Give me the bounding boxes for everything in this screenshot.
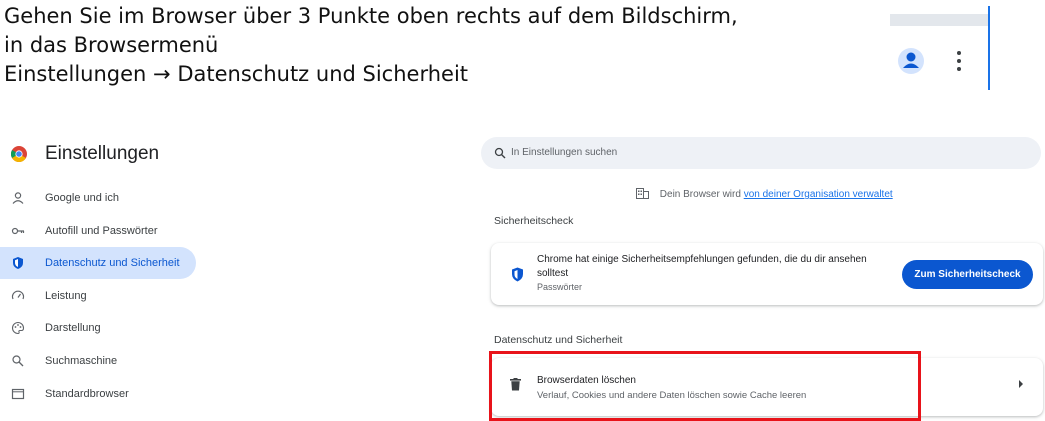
- arrow-icon: →: [153, 62, 171, 86]
- toolbar-strip: [890, 14, 988, 26]
- palette-icon: [12, 322, 25, 335]
- browser-toolbar-crop: [890, 6, 990, 90]
- settings-search-input[interactable]: In Einstellungen suchen: [481, 137, 1041, 169]
- settings-sidebar: Google und ich Autofill und Passwörter D…: [0, 182, 200, 410]
- instruction-privacy: Datenschutz und Sicherheit: [177, 62, 469, 86]
- chrome-logo-icon: [11, 146, 27, 162]
- sidebar-item-autofill[interactable]: Autofill und Passwörter: [0, 215, 200, 247]
- key-icon: [11, 227, 25, 234]
- sidebar-item-label: Datenschutz und Sicherheit: [45, 257, 180, 270]
- instructions-text: Gehen Sie im Browser über 3 Punkte oben …: [4, 2, 738, 89]
- sidebar-item-darstellung[interactable]: Darstellung: [0, 312, 200, 344]
- search-placeholder: In Einstellungen suchen: [511, 147, 618, 158]
- safety-check-message: Chrome hat einige Sicherheitsempfehlunge…: [537, 254, 867, 279]
- profile-icon[interactable]: [896, 46, 926, 76]
- instruction-settings: Einstellungen: [4, 62, 147, 86]
- person-icon: [12, 192, 24, 204]
- speedometer-icon: [11, 290, 25, 300]
- browser-window-icon: [11, 388, 25, 399]
- sidebar-item-label: Standardbrowser: [45, 387, 129, 400]
- safety-check-card: Chrome hat einige Sicherheitsempfehlunge…: [491, 243, 1043, 305]
- settings-title: Einstellungen: [45, 143, 160, 164]
- privacy-section-title: Datenschutz und Sicherheit: [494, 334, 623, 346]
- org-managed-link[interactable]: von deiner Organisation verwaltet: [744, 189, 893, 200]
- sidebar-item-leistung[interactable]: Leistung: [0, 280, 200, 312]
- toolbar-divider: [988, 6, 990, 90]
- sidebar-item-google-und-ich[interactable]: Google und ich: [0, 182, 200, 214]
- three-dots-menu-icon[interactable]: [952, 46, 966, 76]
- sidebar-item-label: Darstellung: [45, 322, 101, 335]
- shield-icon: [512, 267, 523, 282]
- sidebar-item-suchmaschine[interactable]: Suchmaschine: [0, 345, 200, 377]
- instruction-line-2: in das Browsermenü: [4, 33, 219, 57]
- sidebar-item-standardbrowser[interactable]: Standardbrowser: [0, 378, 200, 410]
- sidebar-item-label: Google und ich: [45, 192, 119, 204]
- instruction-line-3: Einstellungen → Datenschutz und Sicherhe…: [4, 60, 738, 89]
- safety-check-sub: Passwörter: [537, 282, 583, 292]
- sidebar-item-label: Suchmaschine: [45, 354, 118, 367]
- building-icon: [636, 188, 649, 199]
- sidebar-item-label: Leistung: [45, 289, 87, 302]
- safety-check-button[interactable]: Zum Sicherheitscheck: [902, 260, 1033, 289]
- org-managed-notice: Dein Browser wird von deiner Organisatio…: [636, 188, 893, 202]
- sidebar-item-label: Autofill und Passwörter: [45, 224, 158, 237]
- instruction-line-1: Gehen Sie im Browser über 3 Punkte oben …: [4, 4, 738, 28]
- safety-check-title: Sicherheitscheck: [494, 215, 574, 227]
- search-icon: [494, 147, 506, 159]
- highlight-box: [489, 351, 921, 421]
- org-notice-text: Dein Browser wird: [659, 189, 741, 200]
- shield-icon: [13, 257, 23, 270]
- chevron-right-icon: [1019, 380, 1023, 388]
- search-icon: [12, 355, 24, 367]
- sidebar-item-privacy[interactable]: Datenschutz und Sicherheit: [0, 247, 196, 280]
